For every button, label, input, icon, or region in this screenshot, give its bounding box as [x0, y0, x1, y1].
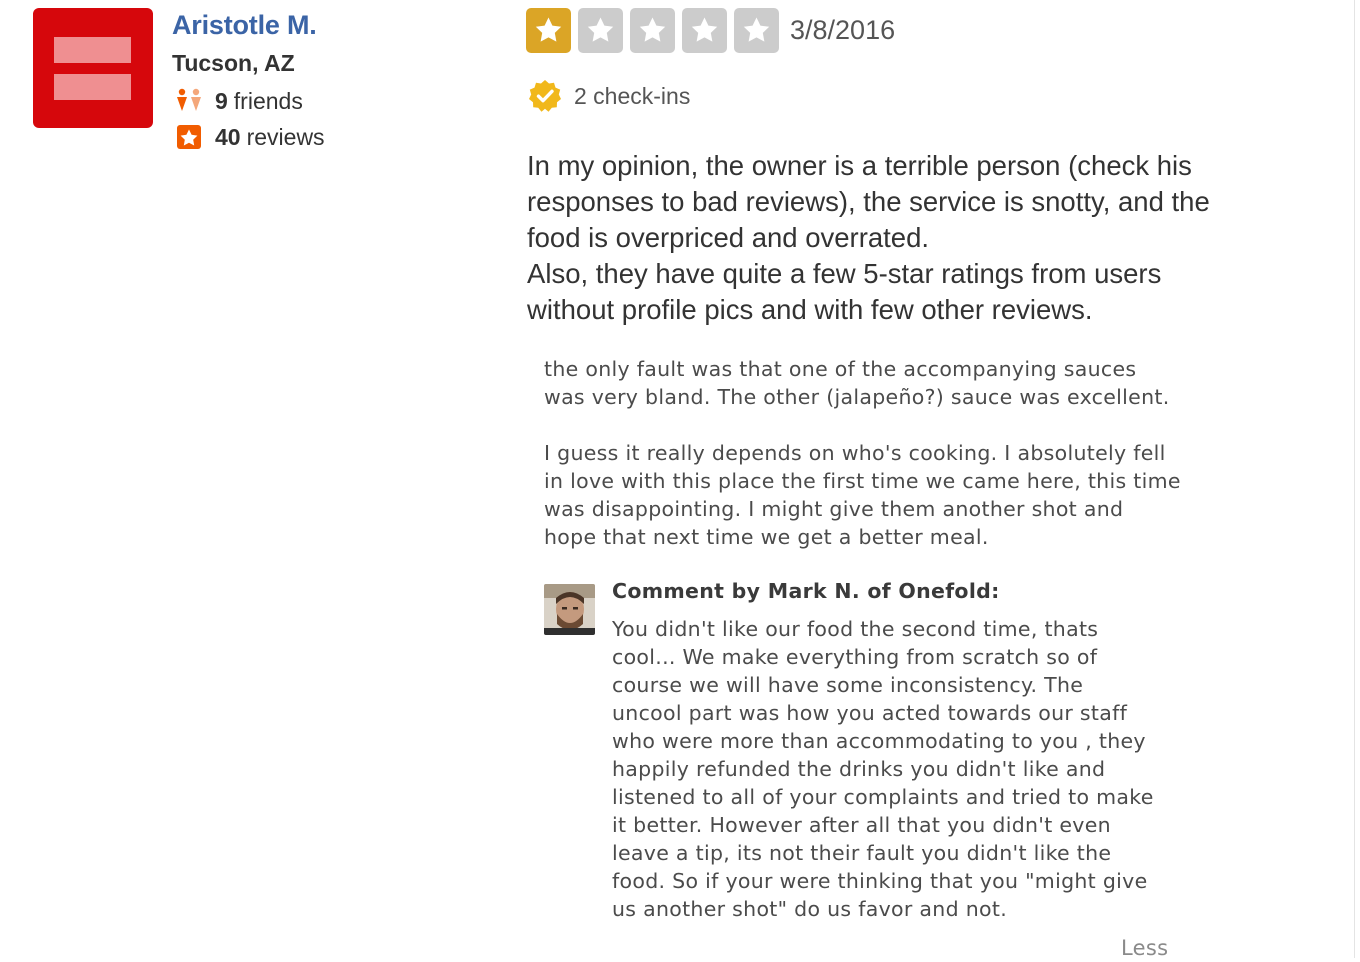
comment-line: who were more than accommodating to you … — [612, 729, 1146, 753]
reviews-label: reviews — [246, 123, 325, 150]
user-avatar[interactable] — [33, 8, 153, 128]
review-line: Also, they have quite a few 5-star ratin… — [527, 258, 1162, 289]
star-empty-icon — [630, 8, 675, 53]
comment-line: leave a tip, its not their fault you did… — [612, 841, 1112, 865]
star-empty-icon — [578, 8, 623, 53]
equality-logo-bar-bottom — [54, 74, 131, 100]
embedded-line: was disappointing. I might give them ano… — [544, 497, 1124, 521]
comment-line: it better. However after all that you di… — [612, 813, 1111, 837]
star-empty-icon — [682, 8, 727, 53]
friends-label: friends — [233, 87, 303, 114]
reviews-stat: 40 reviews — [174, 123, 325, 151]
star-rating — [526, 8, 786, 53]
checkins-count: 2 check-ins — [574, 82, 691, 109]
equality-logo-bar-top — [54, 37, 131, 63]
review-body: In my opinion, the owner is a terrible p… — [527, 148, 1307, 328]
comment-line: cool... We make everything from scratch … — [612, 645, 1098, 669]
review-line: In my opinion, the owner is a terrible p… — [527, 150, 1192, 181]
review-line: responses to bad reviews), the service i… — [527, 186, 1210, 217]
embedded-line: I guess it really depends on who's cooki… — [544, 441, 1166, 465]
embedded-line: in love with this place the first time w… — [544, 469, 1181, 493]
star-filled-icon — [526, 8, 571, 53]
review-date: 3/8/2016 — [790, 15, 896, 45]
user-name-link[interactable]: Aristotle M. — [172, 10, 317, 41]
review-star-icon — [174, 124, 204, 150]
embedded-line: was very bland. The other (jalapeño?) sa… — [544, 385, 1170, 409]
comment-line: food. So if your were thinking that you … — [612, 869, 1148, 893]
comment-line: course we will have some inconsistency. … — [612, 673, 1084, 697]
comment-body: You didn't like our food the second time… — [612, 615, 1154, 923]
page-edge-divider — [1354, 0, 1355, 958]
friends-icon — [174, 88, 204, 114]
review-line: food is overpriced and overrated. — [527, 222, 930, 253]
friends-stat: 9 friends — [174, 87, 303, 115]
embedded-paragraph: the only fault was that one of the accom… — [544, 355, 1244, 411]
comment-title: Comment by Mark N. of Onefold: — [612, 579, 1000, 603]
review-line: without profile pics and with few other … — [527, 294, 1093, 325]
checkin-badge-icon — [528, 79, 562, 113]
checkins-row: 2 check-ins — [528, 79, 690, 113]
embedded-line: the only fault was that one of the accom… — [544, 357, 1137, 381]
reviews-count: 40 — [215, 123, 241, 150]
star-empty-icon — [734, 8, 779, 53]
user-location: Tucson, AZ — [172, 50, 295, 76]
embedded-paragraph: I guess it really depends on who's cooki… — [544, 439, 1244, 551]
embedded-line: hope that next time we get a better meal… — [544, 525, 989, 549]
comment-line: us another shot" do us favor and not. — [612, 897, 1008, 921]
commenter-avatar — [544, 584, 595, 635]
comment-line: happily refunded the drinks you didn't l… — [612, 757, 1106, 781]
friends-count: 9 — [215, 87, 228, 114]
comment-line: You didn't like our food the second time… — [612, 617, 1099, 641]
comment-line: listened to all of your complaints and t… — [612, 785, 1154, 809]
comment-line: uncool part was how you acted towards ou… — [612, 701, 1128, 725]
